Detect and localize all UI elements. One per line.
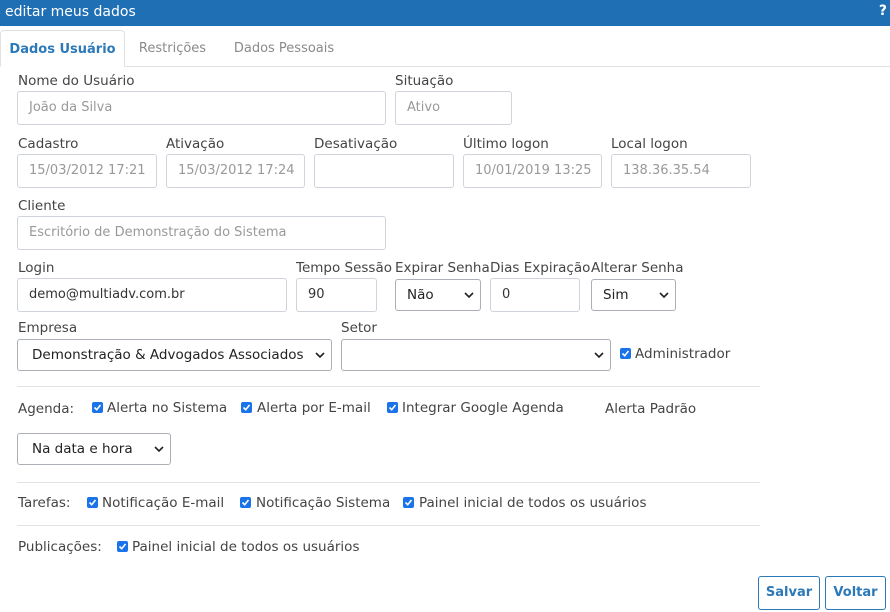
chevron-down-icon — [659, 292, 669, 299]
alerta-sistema-label: Alerta no Sistema — [107, 400, 228, 416]
expirar-senha-value: Não — [407, 287, 434, 303]
empresa-label: Empresa — [18, 320, 78, 336]
painel-publicacoes-label: Painel inicial de todos os usuários — [132, 539, 360, 555]
divider — [17, 525, 760, 526]
checkmark-icon — [88, 499, 97, 506]
desativacao-label: Desativação — [314, 136, 398, 152]
chevron-down-icon — [154, 446, 164, 453]
checkmark-icon — [621, 350, 630, 357]
alterar-senha-label: Alterar Senha — [591, 260, 684, 276]
chevron-down-icon — [464, 292, 474, 299]
ultimo-logon-field[interactable]: 10/01/2019 13:25 — [463, 154, 602, 188]
alterar-senha-value: Sim — [603, 287, 629, 303]
tempo-sessao-field[interactable]: 90 — [296, 278, 377, 312]
back-button[interactable]: Voltar — [825, 576, 886, 610]
window-title: editar meus dados — [5, 4, 136, 20]
alterar-senha-select[interactable]: Sim — [591, 279, 676, 311]
notificacao-email-label: Notificação E-mail — [102, 495, 225, 511]
alerta-email-label: Alerta por E-mail — [257, 400, 371, 416]
notificacao-sistema-checkbox[interactable] — [240, 497, 251, 508]
divider — [17, 386, 760, 387]
divider — [17, 482, 760, 483]
integrar-google-checkbox[interactable] — [387, 402, 398, 413]
checkmark-icon — [241, 499, 250, 506]
checkmark-icon — [118, 543, 127, 550]
situacao-field[interactable]: Ativo — [395, 91, 512, 125]
login-field[interactable]: demo@multiadv.com.br — [17, 278, 287, 312]
empresa-select[interactable]: Demonstração & Advogados Associados — [17, 339, 332, 371]
checkmark-icon — [242, 404, 251, 411]
tab-dados-pessoais[interactable]: Dados Pessoais — [220, 30, 348, 67]
tab-restricoes[interactable]: Restrições — [125, 30, 220, 67]
chevron-down-icon — [594, 352, 604, 359]
save-button[interactable]: Salvar — [758, 576, 820, 610]
dias-expiracao-field[interactable]: 0 — [490, 278, 580, 312]
cliente-label: Cliente — [18, 198, 66, 214]
tab-bar: Dados Usuário Restrições Dados Pessoais — [0, 30, 890, 67]
cadastro-label: Cadastro — [18, 136, 79, 152]
help-icon[interactable]: ? — [879, 3, 887, 19]
checkmark-icon — [404, 499, 413, 506]
chevron-down-icon — [315, 352, 325, 359]
expirar-senha-label: Expirar Senha — [395, 260, 490, 276]
painel-tarefas-checkbox[interactable] — [403, 497, 414, 508]
painel-tarefas-label: Painel inicial de todos os usuários — [419, 495, 647, 511]
nome-usuario-label: Nome do Usuário — [18, 73, 135, 89]
setor-select[interactable] — [341, 339, 611, 371]
login-label: Login — [18, 260, 55, 276]
administrador-checkbox[interactable] — [620, 348, 631, 359]
cadastro-field[interactable]: 15/03/2012 17:21 — [17, 154, 157, 188]
alerta-sistema-checkbox[interactable] — [92, 402, 103, 413]
nome-usuario-field[interactable]: João da Silva — [17, 91, 386, 125]
local-logon-label: Local logon — [611, 136, 688, 152]
alerta-email-checkbox[interactable] — [241, 402, 252, 413]
dias-expiracao-label: Dias Expiração — [490, 260, 591, 276]
checkmark-icon — [388, 404, 397, 411]
notificacao-sistema-label: Notificação Sistema — [256, 495, 391, 511]
alerta-padrao-value: Na data e hora — [32, 441, 133, 457]
alerta-padrao-label: Alerta Padrão — [605, 401, 697, 417]
publicacoes-label: Publicações: — [18, 539, 102, 555]
cliente-field[interactable]: Escritório de Demonstração do Sistema — [17, 216, 386, 250]
administrador-label: Administrador — [635, 346, 731, 362]
ultimo-logon-label: Último logon — [463, 136, 549, 152]
painel-publicacoes-checkbox[interactable] — [117, 541, 128, 552]
ativacao-label: Ativação — [166, 136, 225, 152]
checkmark-icon — [93, 404, 102, 411]
situacao-label: Situação — [395, 73, 454, 89]
window-titlebar: editar meus dados ? — [0, 0, 890, 26]
integrar-google-label: Integrar Google Agenda — [402, 400, 564, 416]
tarefas-label: Tarefas: — [18, 495, 71, 511]
ativacao-field[interactable]: 15/03/2012 17:24 — [166, 154, 305, 188]
agenda-label: Agenda: — [18, 401, 75, 417]
setor-label: Setor — [341, 320, 377, 336]
notificacao-email-checkbox[interactable] — [87, 497, 98, 508]
expirar-senha-select[interactable]: Não — [395, 279, 481, 311]
alerta-padrao-select[interactable]: Na data e hora — [17, 433, 171, 465]
empresa-value: Demonstração & Advogados Associados — [32, 347, 304, 363]
tempo-sessao-label: Tempo Sessão — [296, 260, 393, 276]
local-logon-field[interactable]: 138.36.35.54 — [611, 154, 751, 188]
tab-dados-usuario[interactable]: Dados Usuário — [0, 30, 125, 67]
desativacao-field[interactable] — [314, 154, 454, 188]
